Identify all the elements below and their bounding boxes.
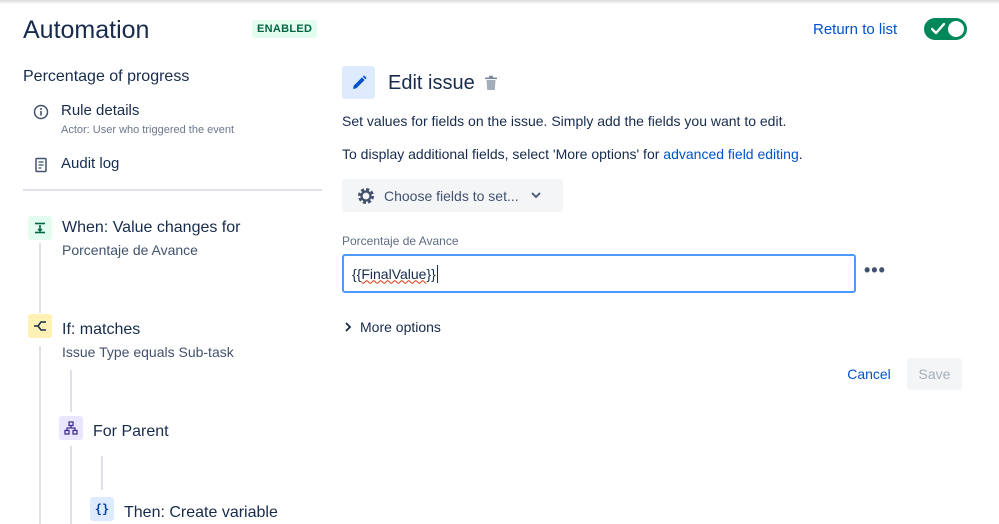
field-value-word: FinalValue bbox=[361, 265, 427, 282]
advanced-field-editing-link[interactable]: advanced field editing bbox=[663, 146, 798, 162]
variable-icon: {} bbox=[90, 497, 114, 521]
document-icon bbox=[35, 157, 47, 173]
pencil-icon bbox=[342, 66, 375, 99]
flow-connector bbox=[70, 370, 72, 412]
more-options-toggle[interactable]: More options bbox=[344, 319, 441, 335]
flow-step-trigger[interactable]: When: Value changes for Porcentaje de Av… bbox=[28, 216, 240, 258]
sidebar-divider bbox=[23, 189, 322, 191]
status-badge: ENABLED bbox=[252, 20, 318, 38]
toggle-knob bbox=[948, 21, 964, 37]
flow-step-title: Then: Create variable bbox=[124, 504, 278, 521]
more-options-label: More options bbox=[360, 319, 441, 335]
flow-connector bbox=[70, 446, 72, 524]
flow-connector bbox=[101, 456, 103, 490]
flow-step-title: If: matches bbox=[62, 321, 141, 338]
chevron-down-icon bbox=[531, 192, 541, 199]
panel-description-advanced: To display additional fields, select 'Mo… bbox=[342, 146, 803, 162]
gear-icon bbox=[358, 187, 374, 204]
sidebar-item-rule-details[interactable]: Rule details Actor: User who triggered t… bbox=[33, 102, 234, 136]
trigger-icon bbox=[28, 216, 52, 240]
panel-description: Set values for fields on the issue. Simp… bbox=[342, 113, 787, 129]
sidebar-item-audit-log[interactable]: Audit log bbox=[33, 155, 119, 173]
flow-step-action[interactable]: {} Then: Create variable bbox=[90, 497, 278, 523]
flow-connector bbox=[39, 346, 41, 524]
flow-step-condition[interactable]: If: matches Issue Type equals Sub-task bbox=[28, 314, 234, 360]
info-icon bbox=[33, 104, 49, 120]
flow-step-branch[interactable]: For Parent bbox=[59, 416, 169, 442]
field-label: Porcentaje de Avance bbox=[342, 234, 459, 248]
sidebar-item-label: Audit log bbox=[61, 155, 120, 172]
panel-title: Edit issue bbox=[388, 72, 475, 94]
page-title: Automation bbox=[23, 16, 150, 44]
check-icon bbox=[931, 23, 945, 35]
rule-name: Percentage of progress bbox=[23, 68, 190, 85]
cancel-button[interactable]: Cancel bbox=[840, 358, 898, 390]
text-cursor bbox=[436, 264, 438, 283]
sidebar-item-label: Rule details bbox=[61, 102, 140, 119]
chevron-right-icon bbox=[345, 322, 352, 332]
branch-icon bbox=[59, 416, 83, 440]
flow-step-subtitle: Issue Type equals Sub-task bbox=[62, 344, 234, 360]
flow-step-title: For Parent bbox=[93, 423, 169, 440]
flow-step-subtitle: Porcentaje de Avance bbox=[62, 242, 198, 258]
save-button[interactable]: Save bbox=[907, 358, 962, 390]
top-edge bbox=[0, 0, 999, 4]
porcentaje-de-avance-input[interactable]: {{FinalValue}} bbox=[342, 254, 856, 293]
return-to-list-link[interactable]: Return to list bbox=[813, 21, 897, 38]
more-actions-icon[interactable]: ••• bbox=[864, 260, 886, 281]
condition-icon bbox=[28, 314, 52, 338]
sidebar-item-sublabel: Actor: User who triggered the event bbox=[61, 124, 235, 136]
choose-fields-button[interactable]: Choose fields to set... bbox=[342, 179, 563, 212]
field-value-prefix: {{ bbox=[352, 265, 362, 282]
choose-fields-label: Choose fields to set... bbox=[384, 187, 519, 204]
field-value-suffix: }} bbox=[426, 265, 436, 282]
trash-icon[interactable] bbox=[484, 75, 498, 91]
rule-enabled-toggle[interactable] bbox=[924, 18, 967, 40]
flow-step-title: When: Value changes for bbox=[62, 219, 241, 236]
